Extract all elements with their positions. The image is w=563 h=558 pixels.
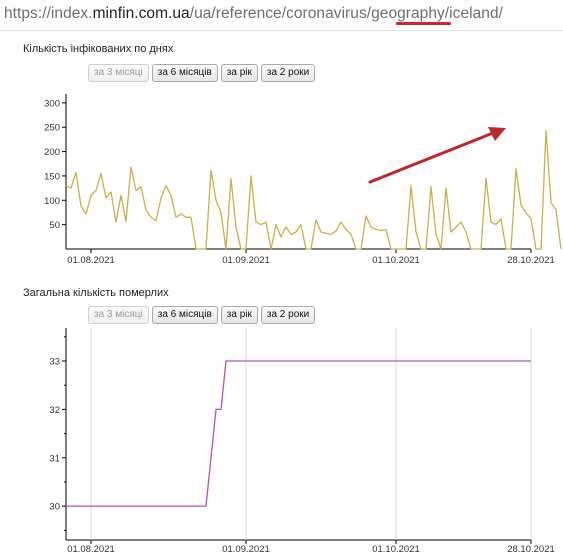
chart-1-x-tick-label: 28.10.2021 bbox=[507, 255, 555, 266]
chart-1-x-tick-label: 01.09.2021 bbox=[222, 255, 270, 266]
chart-2-y-tick-label: 33 bbox=[49, 357, 60, 368]
chart-1-y-tick-label: 100 bbox=[44, 196, 60, 207]
chart-2-series-line bbox=[66, 360, 531, 507]
chart-2-x-tick-label: 28.10.2021 bbox=[507, 544, 555, 555]
chart-1-series-line bbox=[65, 129, 562, 250]
chart-2-y-tick-label: 30 bbox=[49, 502, 60, 513]
chart-1-y-tick-label: 50 bbox=[49, 220, 60, 231]
chart-1-x-tick-label: 01.10.2021 bbox=[372, 255, 420, 266]
chart-2-y-tick-label: 32 bbox=[49, 405, 60, 416]
chart-2-x-tick-label: 01.09.2021 bbox=[222, 544, 270, 555]
chart-1-y-tick-label: 150 bbox=[44, 171, 60, 182]
chart-2-x-tick-label: 01.08.2021 bbox=[67, 544, 115, 555]
chart-1-y-tick-label: 250 bbox=[44, 123, 60, 134]
annotation-arrow-shaft bbox=[368, 131, 495, 184]
chart-2-y-tick-label: 31 bbox=[49, 453, 60, 464]
chart-1-y-tick-label: 200 bbox=[44, 147, 60, 158]
chart-1-x-tick-label: 01.08.2021 bbox=[67, 255, 115, 266]
chart-1-y-tick-label: 300 bbox=[44, 98, 60, 109]
chart-2-x-tick-label: 01.10.2021 bbox=[372, 544, 420, 555]
charts-canvas: 50 100 150 200 250 300 01.08.2021 01.09.2021 01.… bbox=[44, 94, 562, 555]
